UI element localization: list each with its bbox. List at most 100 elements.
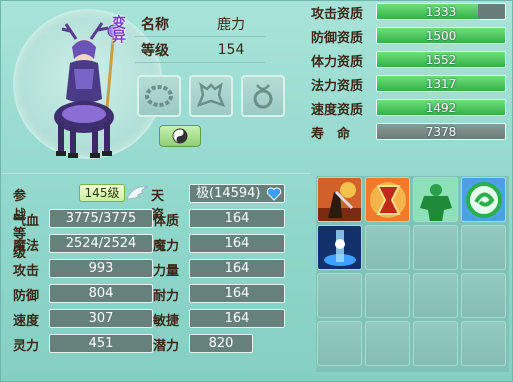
wing-icon: [126, 186, 149, 200]
level-label: 等级: [141, 42, 169, 59]
yinyang-button[interactable]: [159, 125, 201, 147]
amulet-icon: [253, 84, 273, 109]
stat-value: 164: [189, 234, 285, 253]
stat-row-left: 速度 307: [13, 309, 153, 329]
aptitude-bar: 1552: [376, 51, 506, 68]
morph-badge: 变异: [110, 15, 126, 43]
stat-value: 993: [49, 259, 153, 278]
armor-icon: [196, 82, 226, 108]
aptitude-value: 1333: [425, 5, 457, 19]
aptitude-row: 体力资质 1552: [311, 49, 511, 71]
aptitude-row: 防御资质 1500: [311, 25, 511, 47]
skill-green-giant-slot[interactable]: [413, 177, 458, 222]
stat-label: 潜力: [153, 339, 180, 354]
skill-green-giant-icon: [414, 178, 457, 221]
empty-skill-slot[interactable]: [365, 321, 410, 366]
aptitude-label: 法力资质: [311, 79, 364, 94]
aptitude-value: 1500: [425, 29, 457, 43]
stat-row-left: 气血 3775/3775: [13, 209, 153, 229]
stat-label: 速度: [13, 314, 40, 329]
stat-row-left: 防御 804: [13, 284, 153, 304]
aptitude-row: 攻击资质 1333: [311, 1, 511, 23]
equip-slot-armor[interactable]: [189, 75, 233, 117]
stat-value: 804: [49, 284, 153, 303]
skill-green-swirl-slot[interactable]: [461, 177, 506, 222]
stat-row-left: 魔法 2524/2524: [13, 234, 153, 254]
skill-grid: [316, 176, 509, 372]
heart-icon[interactable]: [266, 186, 282, 202]
name-row: 名称 鹿力: [135, 11, 265, 37]
aptitude-row: 寿 命 7378: [311, 121, 511, 143]
aptitude-value: 1552: [425, 53, 457, 67]
aptitude-bar: 1333: [376, 3, 506, 20]
aptitude-label: 寿 命: [311, 127, 351, 142]
stat-label: 防御: [13, 289, 40, 304]
empty-skill-slot[interactable]: [413, 225, 458, 270]
stat-row-right: 魔力 164: [153, 234, 293, 254]
stat-value: 451: [49, 334, 153, 353]
aptitude-label: 攻击资质: [311, 7, 364, 22]
equip-slot-collar[interactable]: [137, 75, 181, 117]
level-row: 等级 154: [135, 37, 265, 63]
stat-label: 魔力: [153, 239, 180, 254]
stat-label: 气血: [13, 214, 40, 229]
name-label: 名称: [141, 16, 169, 33]
stat-row-right: 耐力 164: [153, 284, 293, 304]
stat-value: 3775/3775: [49, 209, 153, 228]
skill-chalice-slot[interactable]: [365, 177, 410, 222]
aptitude-label: 速度资质: [311, 103, 364, 118]
stat-label: 力量: [153, 264, 180, 279]
stat-row-left: 灵力 451: [13, 334, 153, 354]
yinyang-icon: [172, 128, 188, 144]
aptitude-label: 体力资质: [311, 55, 364, 70]
stat-value: 164: [189, 259, 285, 278]
stat-row-left: 攻击 993: [13, 259, 153, 279]
stat-value: 2524/2524: [49, 234, 153, 253]
skill-warrior-slot[interactable]: [317, 177, 362, 222]
stat-value: 164: [189, 309, 285, 328]
empty-skill-slot[interactable]: [461, 225, 506, 270]
section-divider: [1, 173, 311, 174]
empty-skill-slot[interactable]: [461, 321, 506, 366]
empty-skill-slot[interactable]: [413, 321, 458, 366]
stat-label: 灵力: [13, 339, 40, 354]
name-level-table: 名称 鹿力 等级 154: [135, 11, 265, 63]
skill-blue-light-slot[interactable]: [317, 225, 362, 270]
empty-skill-slot[interactable]: [317, 321, 362, 366]
stat-row-right: 潜力 820: [153, 334, 293, 354]
stat-value: 820: [189, 334, 253, 353]
aptitude-bar: 7378: [376, 123, 506, 140]
empty-skill-slot[interactable]: [413, 273, 458, 318]
aptitude-row: 法力资质 1317: [311, 73, 511, 95]
equip-slot-amulet[interactable]: [241, 75, 285, 117]
skill-warrior-icon: [318, 178, 361, 221]
stat-row-right: 力量 164: [153, 259, 293, 279]
stat-row-right: 敏捷 164: [153, 309, 293, 329]
aptitude-value: 1317: [425, 77, 457, 91]
skill-green-swirl-icon: [462, 178, 505, 221]
aptitude-label: 防御资质: [311, 31, 364, 46]
empty-skill-slot[interactable]: [365, 225, 410, 270]
empty-skill-slot[interactable]: [365, 273, 410, 318]
collar-icon: [145, 85, 173, 107]
stat-row-right: 体质 164: [153, 209, 293, 229]
stat-value: 164: [189, 209, 285, 228]
aptitude-bar: 1317: [376, 75, 506, 92]
stat-label: 攻击: [13, 264, 40, 279]
empty-skill-slot[interactable]: [317, 273, 362, 318]
stat-label: 耐力: [153, 289, 180, 304]
stat-label: 魔法: [13, 239, 40, 254]
level-value: 154: [217, 41, 245, 58]
stat-label: 体质: [153, 214, 180, 229]
aptitude-row: 速度资质 1492: [311, 97, 511, 119]
aptitude-value: 7378: [425, 125, 457, 139]
battle-level-badge: 145级: [79, 184, 125, 202]
aptitude-bar: 1500: [376, 27, 506, 44]
stat-value: 307: [49, 309, 153, 328]
pet-info-panel: 变异 名称 鹿力 等级 154 攻击资质 1333 防御资质 1500 体力资质…: [0, 0, 513, 382]
aptitude-bar: 1492: [376, 99, 506, 116]
empty-skill-slot[interactable]: [461, 273, 506, 318]
name-value[interactable]: 鹿力: [197, 14, 265, 34]
skill-blue-light-icon: [318, 226, 361, 269]
skill-chalice-icon: [366, 178, 409, 221]
